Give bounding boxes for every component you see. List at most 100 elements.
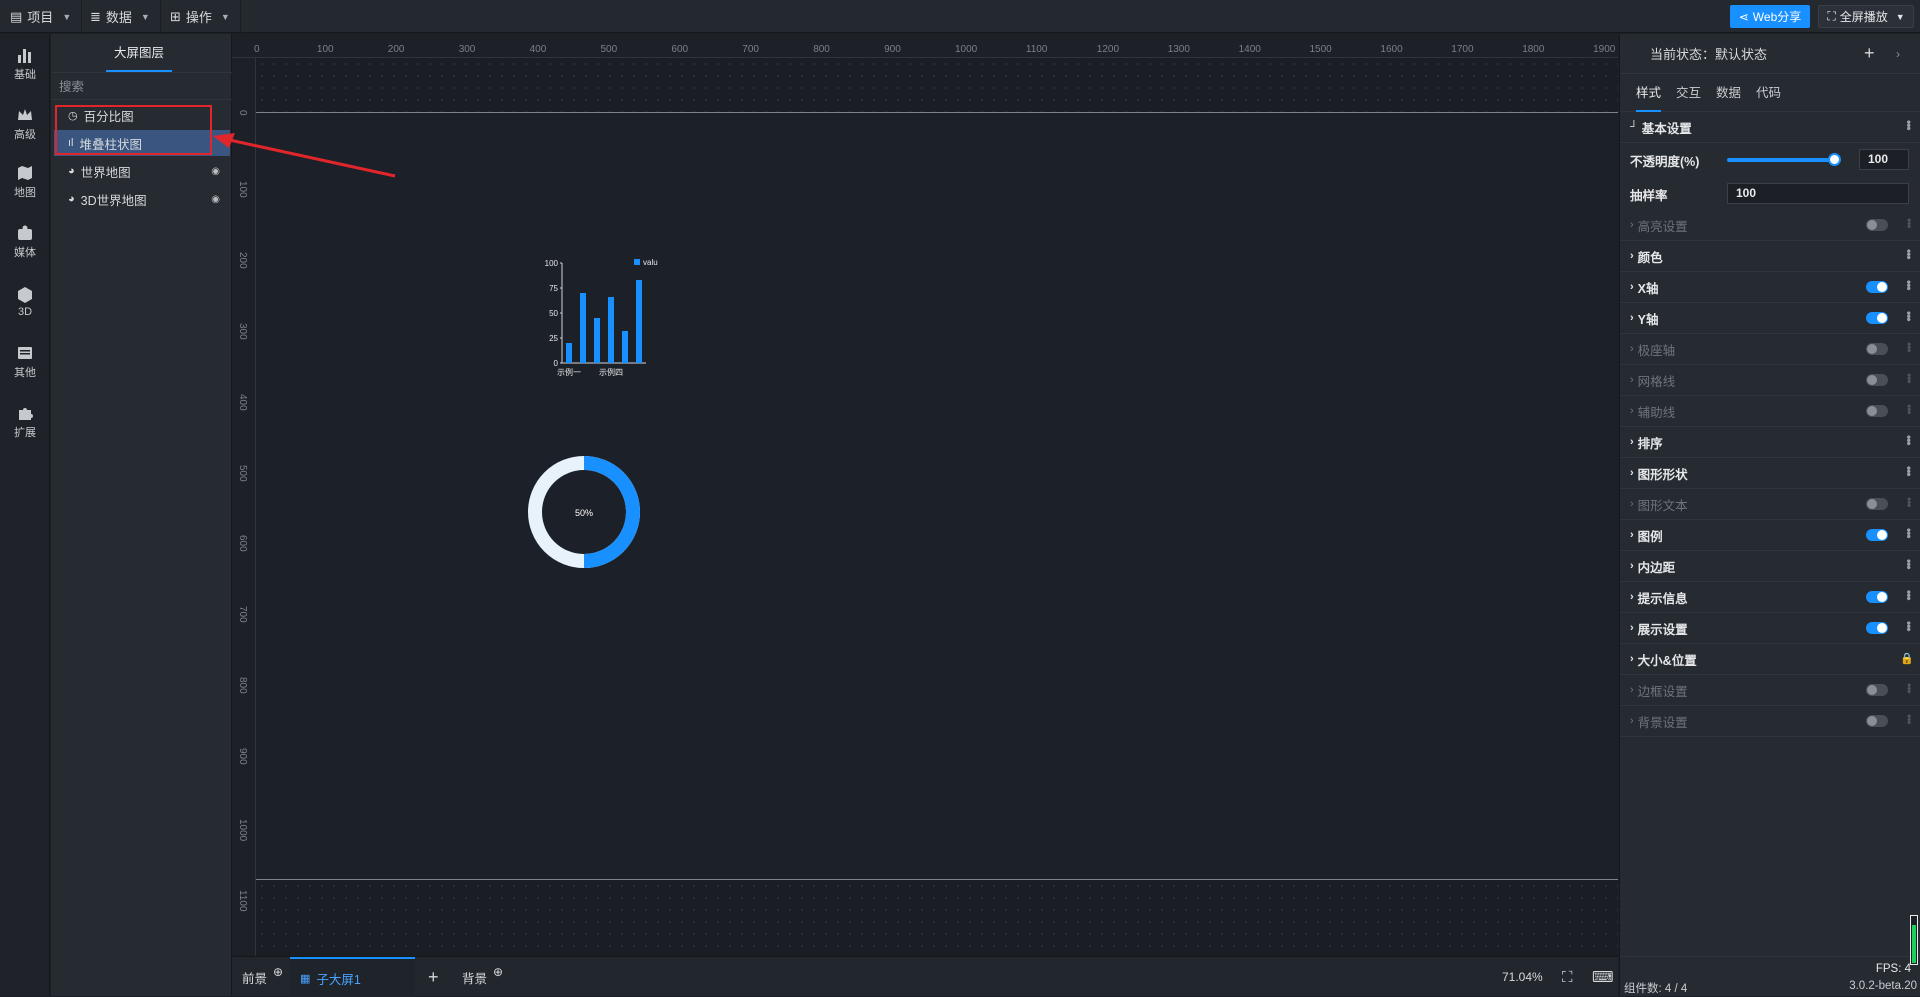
section-toggle[interactable]: [1866, 405, 1888, 417]
zoom-level[interactable]: 71.04%: [1502, 957, 1543, 997]
more-icon[interactable]: •••: [1902, 621, 1916, 631]
tab-code[interactable]: 代码: [1756, 74, 1781, 112]
tab-sub-screen-1[interactable]: ▦ 子大屏1: [290, 957, 415, 997]
layer-search-input[interactable]: 搜索: [51, 72, 232, 100]
operation-menu[interactable]: ⊞ 操作 ▼: [160, 0, 241, 33]
keyboard-icon[interactable]: ⌨: [1592, 957, 1614, 997]
fullscreen-play-button[interactable]: ⛶ 全屏播放 ▼: [1818, 5, 1914, 28]
more-icon[interactable]: •••: [1902, 120, 1916, 130]
map-icon: [18, 166, 32, 180]
property-section[interactable]: › 排序 •••: [1620, 427, 1920, 458]
stacked-bar-chart[interactable]: 0 25 50 75 100 示例一 示例四 value: [538, 257, 658, 387]
ruler-tick-label: 1900: [1593, 44, 1616, 55]
section-toggle[interactable]: [1866, 591, 1888, 603]
opacity-input[interactable]: 100: [1859, 149, 1909, 170]
property-section[interactable]: › 边框设置 •••: [1620, 675, 1920, 706]
property-section[interactable]: › 大小&位置 🔒: [1620, 644, 1920, 675]
rail-item-media[interactable]: 媒体: [0, 218, 50, 266]
property-section[interactable]: › 颜色 •••: [1620, 241, 1920, 272]
property-section[interactable]: › Y轴 •••: [1620, 303, 1920, 334]
property-section[interactable]: › 极座轴 •••: [1620, 334, 1920, 365]
rail-item-3d[interactable]: 3D: [0, 278, 50, 326]
more-icon[interactable]: •••: [1902, 497, 1916, 507]
section-toggle[interactable]: [1866, 312, 1888, 324]
rail-item-map[interactable]: 地图: [0, 158, 50, 206]
property-section[interactable]: › 辅助线 •••: [1620, 396, 1920, 427]
eye-hidden-icon[interactable]: ◉: [211, 194, 220, 205]
chevron-right-icon[interactable]: ›: [1896, 47, 1900, 61]
fit-screen-icon[interactable]: ⛶: [1562, 957, 1573, 997]
more-icon[interactable]: •••: [1902, 249, 1916, 259]
property-section[interactable]: › 网格线 •••: [1620, 365, 1920, 396]
background-tab[interactable]: 背景 ⊕: [462, 957, 503, 997]
rail-label: 媒体: [14, 247, 36, 259]
add-circle-icon[interactable]: ⊕: [493, 965, 503, 979]
property-section[interactable]: › 图形形状 •••: [1620, 458, 1920, 489]
section-toggle[interactable]: [1866, 374, 1888, 386]
section-toggle[interactable]: [1866, 281, 1888, 293]
property-section[interactable]: › 图例 •••: [1620, 520, 1920, 551]
section-toggle[interactable]: [1866, 684, 1888, 696]
layer-item-world-map[interactable]: ◕ 世界地图 ◉: [54, 158, 230, 184]
more-icon[interactable]: •••: [1902, 435, 1916, 445]
property-section[interactable]: › 高亮设置 •••: [1620, 210, 1920, 241]
more-icon[interactable]: •••: [1902, 559, 1916, 569]
more-icon[interactable]: •••: [1902, 590, 1916, 600]
tab-style[interactable]: 样式: [1636, 74, 1662, 112]
more-icon[interactable]: •••: [1902, 714, 1916, 724]
design-canvas[interactable]: 0 100 200 300 400 500 600 700 800 900 1000 1100 1200…: [232, 34, 1618, 956]
add-state-icon[interactable]: +: [1864, 43, 1875, 64]
layer-item-3d-world-map[interactable]: ◕ 3D世界地图 ◉: [54, 186, 230, 212]
rail-item-other[interactable]: 其他: [0, 338, 50, 386]
property-section[interactable]: › 图形文本 •••: [1620, 489, 1920, 520]
more-icon[interactable]: •••: [1902, 280, 1916, 290]
section-toggle[interactable]: [1866, 219, 1888, 231]
section-toggle[interactable]: [1866, 622, 1888, 634]
property-section[interactable]: › 提示信息 •••: [1620, 582, 1920, 613]
sampling-input[interactable]: 100: [1727, 183, 1909, 204]
rail-item-advanced[interactable]: 高级: [0, 100, 50, 148]
tab-interaction[interactable]: 交互: [1676, 74, 1701, 112]
tab-screen-layers[interactable]: 大屏图层: [106, 42, 172, 72]
section-toggle[interactable]: [1866, 343, 1888, 355]
screen-board[interactable]: 0 25 50 75 100 示例一 示例四 value 50%: [256, 112, 1618, 880]
section-toggle[interactable]: [1866, 715, 1888, 727]
section-basic-settings[interactable]: ┘ 基本设置 •••: [1620, 112, 1920, 143]
lock-icon[interactable]: 🔒: [1900, 652, 1914, 665]
property-section[interactable]: › 展示设置 •••: [1620, 613, 1920, 644]
property-section[interactable]: › 背景设置 •••: [1620, 706, 1920, 737]
ruler-tick-label: 300: [237, 322, 248, 340]
more-icon[interactable]: •••: [1902, 373, 1916, 383]
project-menu[interactable]: ▤ 项目 ▼: [0, 0, 83, 33]
share-icon: ⋖: [1738, 9, 1749, 24]
ruler-tick-label: 1500: [1309, 44, 1332, 55]
chevron-right-icon: ›: [1630, 529, 1634, 541]
more-icon[interactable]: •••: [1902, 342, 1916, 352]
section-toggle[interactable]: [1866, 498, 1888, 510]
section-label: 图例: [1637, 529, 1663, 544]
data-menu[interactable]: ≣ 数据 ▼: [80, 0, 161, 33]
add-circle-icon[interactable]: ⊕: [273, 965, 283, 979]
tab-data[interactable]: 数据: [1716, 74, 1741, 112]
more-icon[interactable]: •••: [1902, 218, 1916, 228]
more-icon[interactable]: •••: [1902, 404, 1916, 414]
property-section[interactable]: › X轴 •••: [1620, 272, 1920, 303]
more-icon[interactable]: •••: [1902, 311, 1916, 321]
percent-donut-chart[interactable]: 50%: [524, 452, 644, 572]
property-section[interactable]: › 内边距 •••: [1620, 551, 1920, 582]
foreground-tab[interactable]: 前景 ⊕: [242, 957, 283, 997]
section-toggle[interactable]: [1866, 529, 1888, 541]
more-icon[interactable]: •••: [1902, 528, 1916, 538]
web-share-button[interactable]: ⋖ Web分享: [1730, 5, 1810, 28]
rail-item-basic[interactable]: 基础: [0, 40, 50, 88]
file-icon: ▤: [10, 8, 23, 24]
canvas-margin-top: [256, 58, 1618, 112]
opacity-slider[interactable]: [1727, 158, 1837, 162]
more-icon[interactable]: •••: [1902, 683, 1916, 693]
layer-item-percent-chart[interactable]: ◷ 百分比图: [54, 102, 230, 128]
add-screen-button[interactable]: +: [428, 957, 439, 997]
rail-item-extension[interactable]: 扩展: [0, 398, 50, 446]
layer-item-stacked-bar[interactable]: ıl 堆叠柱状图: [54, 130, 230, 156]
opacity-slider-knob[interactable]: [1828, 153, 1841, 166]
more-icon[interactable]: •••: [1902, 466, 1916, 476]
